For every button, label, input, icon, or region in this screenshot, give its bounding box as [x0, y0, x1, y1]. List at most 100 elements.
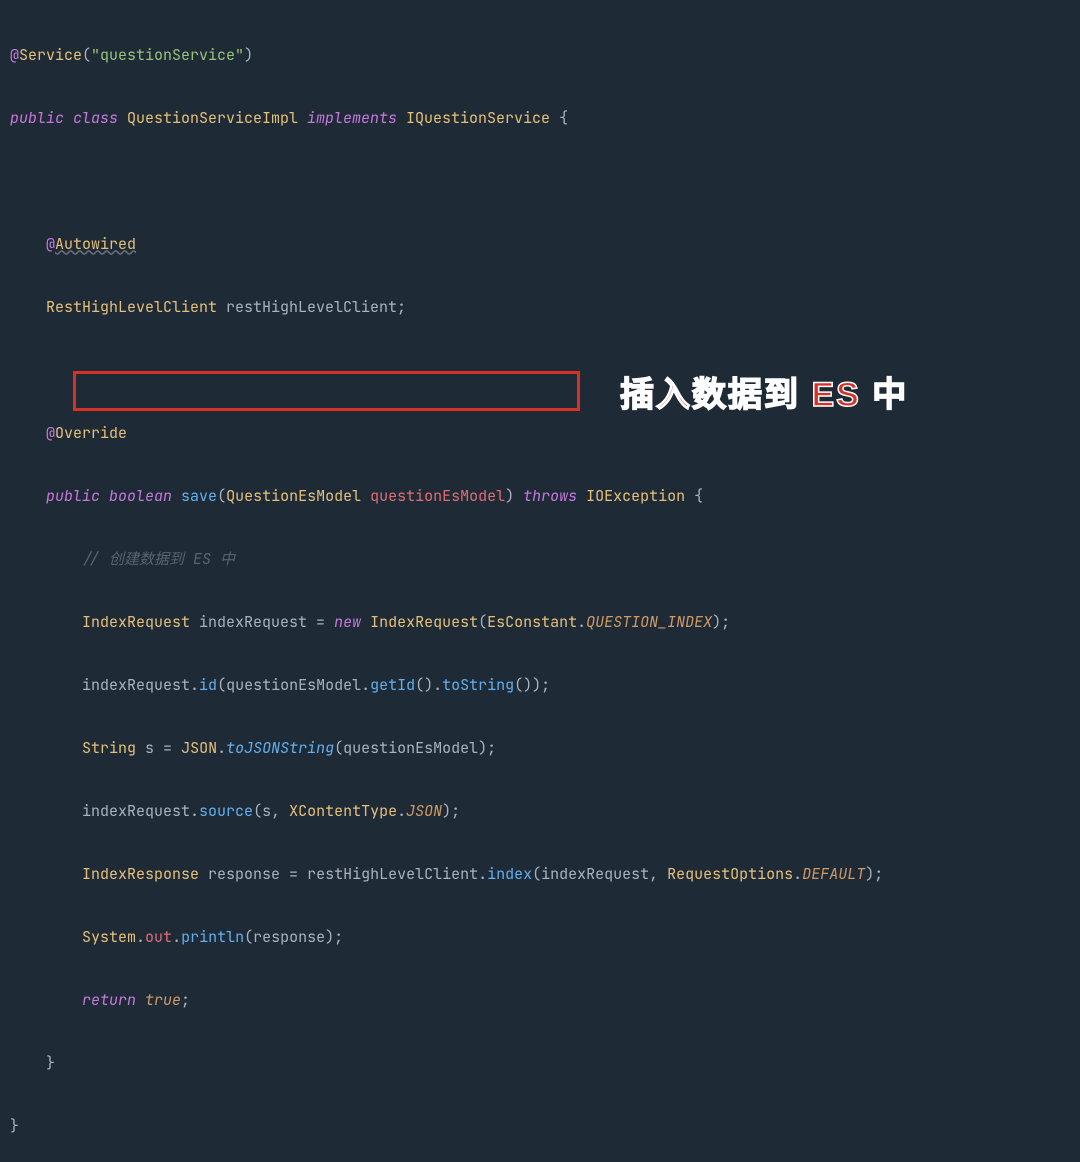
comma: ,: [649, 864, 667, 884]
close: ());: [514, 675, 550, 695]
param-type: QuestionEsModel: [226, 486, 370, 506]
code-line: indexRequest.source(s, XContentType.JSON…: [10, 796, 1070, 828]
object-ref: indexRequest: [82, 801, 190, 821]
code-line: @Autowired: [10, 229, 1070, 261]
class-ref: System: [82, 927, 136, 947]
dot: .: [361, 675, 370, 695]
dot: .: [793, 864, 802, 884]
method-name: save: [181, 486, 217, 506]
method-call: println: [181, 927, 244, 947]
string-literal: "questionService": [91, 45, 244, 65]
code-line: @Service("questionService"): [10, 40, 1070, 72]
static-method: toJSONString: [226, 738, 334, 758]
paren-open: (: [217, 675, 226, 695]
paren-open: (: [478, 612, 487, 632]
dot: .: [397, 801, 406, 821]
param: s: [262, 801, 271, 821]
parens: ().: [415, 675, 442, 695]
code-line: }: [10, 1048, 1070, 1080]
return-type: boolean: [109, 486, 181, 506]
brace-close: }: [46, 1053, 55, 1073]
brace: {: [694, 486, 703, 506]
equals: =: [163, 738, 181, 758]
code-line: RestHighLevelClient restHighLevelClient;: [10, 292, 1070, 324]
dot: .: [190, 675, 199, 695]
type: IndexResponse: [82, 864, 208, 884]
boolean-literal: true: [145, 990, 181, 1010]
param-name: questionEsModel: [370, 486, 505, 506]
dot: .: [478, 864, 487, 884]
class-ref: RequestOptions: [667, 864, 793, 884]
paren-open: (: [217, 486, 226, 506]
code-editor[interactable]: @Service("questionService") public class…: [10, 8, 1070, 1162]
param: indexRequest: [541, 864, 649, 884]
keyword: public class: [10, 108, 127, 128]
constant: QUESTION_INDEX: [586, 612, 712, 632]
code-line: IndexResponse response = restHighLevelCl…: [10, 859, 1070, 891]
semicolon: ;: [181, 990, 190, 1010]
type: RestHighLevelClient: [46, 297, 226, 317]
interface-name: IQuestionService: [406, 108, 559, 128]
code-line: @Override: [10, 418, 1070, 450]
at-sign: @: [10, 45, 19, 65]
paren-close: ): [244, 45, 253, 65]
type: String: [82, 738, 145, 758]
param: response: [253, 927, 325, 947]
keyword: throws: [523, 486, 586, 506]
class-ref: XContentType: [289, 801, 397, 821]
code-line: public class QuestionServiceImpl impleme…: [10, 103, 1070, 135]
keyword: return: [82, 990, 145, 1010]
method-call: id: [199, 675, 217, 695]
code-line: return true;: [10, 985, 1070, 1017]
constant: JSON: [406, 801, 442, 821]
comma: ,: [271, 801, 289, 821]
class-ref: EsConstant: [487, 612, 577, 632]
code-line: indexRequest.id(questionEsModel.getId().…: [10, 670, 1070, 702]
paren-close: ): [505, 486, 523, 506]
variable: response: [208, 864, 289, 884]
paren-open: (: [244, 927, 253, 947]
brace-close: }: [10, 1116, 19, 1136]
variable: restHighLevelClient: [226, 297, 397, 317]
at-sign: @: [46, 423, 55, 443]
paren-open: (: [334, 738, 343, 758]
method-call: toString: [442, 675, 514, 695]
dot: .: [190, 801, 199, 821]
semicolon: ;: [397, 297, 406, 317]
paren-open: (: [82, 45, 91, 65]
keyword: implements: [307, 108, 406, 128]
annotation-name: Service: [19, 45, 82, 65]
class-name: QuestionServiceImpl: [127, 108, 307, 128]
code-line: IndexRequest indexRequest = new IndexReq…: [10, 607, 1070, 639]
code-line: public boolean save(QuestionEsModel ques…: [10, 481, 1070, 513]
paren-open: (: [532, 864, 541, 884]
equals: =: [316, 612, 334, 632]
exception-type: IOException: [586, 486, 694, 506]
code-line: String s = JSON.toJSONString(questionEsM…: [10, 733, 1070, 765]
close: );: [325, 927, 343, 947]
object-ref: restHighLevelClient: [307, 864, 478, 884]
close: );: [442, 801, 460, 821]
dot: .: [217, 738, 226, 758]
at-sign: @: [46, 234, 55, 254]
code-line-blank: [10, 355, 1070, 387]
variable: s: [145, 738, 163, 758]
close: );: [478, 738, 496, 758]
close: );: [865, 864, 883, 884]
comment: // 创建数据到 ES 中: [82, 549, 235, 569]
type: IndexRequest: [82, 612, 199, 632]
annotation-name: Autowired: [55, 234, 136, 254]
keyword: public: [46, 486, 109, 506]
close: );: [712, 612, 730, 632]
dot: .: [136, 927, 145, 947]
dot: .: [172, 927, 181, 947]
brace: {: [559, 108, 568, 128]
dot: .: [577, 612, 586, 632]
keyword-new: new: [334, 612, 370, 632]
code-line-blank: [10, 166, 1070, 198]
annotation-name: Override: [55, 423, 127, 443]
method-call: index: [487, 864, 532, 884]
param: questionEsModel: [226, 675, 361, 695]
class-ref: JSON: [181, 738, 217, 758]
equals: =: [289, 864, 307, 884]
